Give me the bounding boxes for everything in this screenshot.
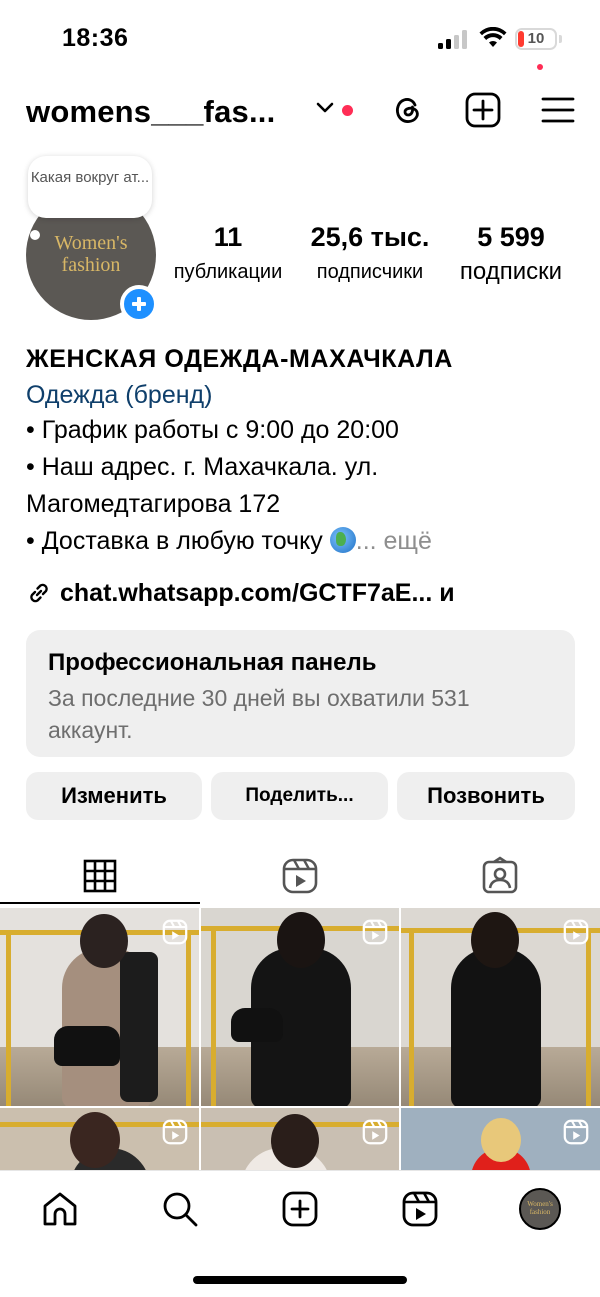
wifi-icon [479, 27, 507, 47]
mini-avatar-logo: Women's fashion [527, 1200, 553, 1216]
call-button[interactable]: Позвонить [397, 772, 575, 820]
posts-count: 11 [213, 222, 243, 252]
pro-dashboard-subtitle: За последние 30 дней вы охватили 531 акк… [48, 685, 470, 743]
post-thumbnail[interactable] [0, 1108, 199, 1170]
stat-followers[interactable]: 25,6 тыс. подписчики [303, 220, 437, 286]
professional-dashboard[interactable]: Профессиональная панель За последние 30 … [26, 630, 575, 757]
home-icon[interactable] [40, 1189, 80, 1229]
battery-level: 10 [527, 30, 545, 47]
bio-line: • Наш адрес. г. Махачкала. ул. [26, 453, 379, 481]
profile-category[interactable]: Одежда (бренд) [26, 378, 586, 412]
following-label: подписки [459, 258, 563, 285]
create-post-icon[interactable] [465, 92, 501, 128]
followers-label: подписчики [316, 261, 424, 283]
status-time: 18:36 [62, 24, 129, 52]
profile-bio: ЖЕНСКАЯ ОДЕЖДА-МАХАЧКАЛА Одежда (бренд) … [26, 342, 586, 560]
post-thumbnail[interactable] [401, 908, 600, 1106]
reels-nav-icon[interactable] [400, 1189, 440, 1229]
create-icon[interactable] [280, 1189, 320, 1229]
reel-badge-icon [563, 1119, 589, 1145]
profile-nav-avatar[interactable]: Women's fashion [519, 1188, 561, 1230]
battery-cap [559, 35, 562, 43]
stat-following[interactable]: 5 599 подписки [447, 220, 575, 286]
profile-display-name: ЖЕНСКАЯ ОДЕЖДА-МАХАЧКАЛА [26, 345, 453, 373]
reel-badge-icon [362, 1119, 388, 1145]
post-thumbnail[interactable] [201, 908, 399, 1106]
bio-line-delivery: • Доставка в любую точку ... ещё [26, 523, 586, 560]
globe-emoji-icon [329, 527, 356, 553]
active-tab-indicator [0, 902, 200, 904]
link-icon [30, 583, 48, 603]
edit-profile-button[interactable]: Изменить [26, 772, 202, 820]
bio-line: Магомедтагирова 172 [26, 490, 281, 518]
menu-icon[interactable] [540, 92, 576, 128]
post-thumbnail[interactable] [201, 1108, 399, 1170]
tagged-icon[interactable] [480, 856, 520, 896]
cellular-signal-icon [438, 30, 468, 49]
share-profile-button[interactable]: Поделить... [211, 772, 388, 820]
reel-badge-icon [362, 919, 388, 945]
followers-count: 25,6 тыс. [310, 222, 430, 252]
bottom-navigation: Women's fashion [0, 1170, 600, 1250]
reel-badge-icon [162, 919, 188, 945]
search-icon[interactable] [160, 1189, 200, 1229]
profile-header: womens___fas... [0, 86, 600, 136]
profile-link[interactable]: chat.whatsapp.com/GCTF7aE... и [26, 576, 455, 610]
home-indicator[interactable] [193, 1276, 407, 1284]
following-count: 5 599 [477, 222, 545, 252]
status-bar: 18:36 10 [0, 0, 600, 80]
profile-link-text[interactable]: chat.whatsapp.com/GCTF7aE... [60, 579, 432, 607]
note-bubble-tail [30, 230, 40, 240]
profile-note[interactable]: Какая вокруг ат... [28, 156, 152, 218]
grid-icon[interactable] [80, 856, 120, 896]
bio-line-text: • Доставка в любую точку [26, 527, 330, 555]
notification-dot [342, 105, 353, 116]
reel-badge-icon [563, 919, 589, 945]
profile-notification-dot [537, 64, 543, 70]
reels-icon[interactable] [280, 856, 320, 896]
post-thumbnail[interactable] [401, 1108, 600, 1170]
bio-more-link[interactable]: ... ещё [356, 527, 432, 555]
profile-link-more[interactable]: и [439, 579, 454, 607]
bio-line: • График работы с 9:00 до 20:00 [26, 416, 399, 444]
add-story-button[interactable] [120, 285, 158, 323]
post-thumbnail[interactable] [0, 908, 199, 1106]
chevron-down-icon[interactable] [316, 102, 334, 114]
stat-posts[interactable]: 11 публикации [162, 220, 294, 286]
posts-grid [0, 908, 600, 1170]
pro-dashboard-title: Профессиональная панель [48, 649, 377, 676]
profile-tabs [0, 848, 600, 904]
username-switcher[interactable]: womens___fas... [26, 94, 275, 130]
reel-badge-icon [162, 1119, 188, 1145]
posts-label: публикации [173, 261, 283, 283]
avatar-logo: Women's fashion [54, 232, 128, 276]
battery-icon: 10 [515, 28, 557, 50]
threads-icon[interactable] [390, 92, 426, 128]
